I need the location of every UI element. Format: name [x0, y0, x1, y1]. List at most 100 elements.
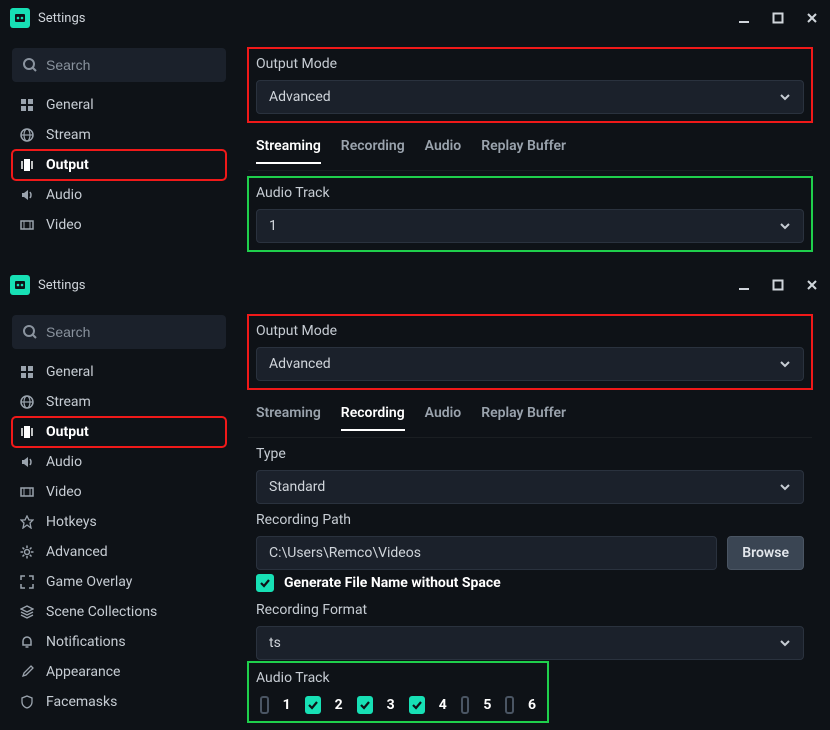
- type-select[interactable]: Standard: [256, 470, 804, 504]
- type-value: Standard: [269, 479, 325, 495]
- maximize-icon[interactable]: [770, 10, 786, 26]
- gen-filename-checkbox[interactable]: [256, 574, 274, 592]
- sidebar-item-label: Audio: [46, 454, 218, 470]
- recording-path-input[interactable]: C:\Users\Remco\Videos: [256, 536, 717, 570]
- sidebar-item-general[interactable]: General: [12, 90, 226, 120]
- audio-track-2-checkbox[interactable]: [305, 696, 321, 714]
- sidebar-item-label: Advanced: [46, 544, 218, 560]
- search-icon: [22, 57, 38, 73]
- sidebar-item-facemasks[interactable]: Facemasks: [12, 687, 226, 717]
- sidebar-item-notifications[interactable]: Notifications: [12, 627, 226, 657]
- titlebar: Settings: [0, 0, 830, 36]
- speaker-icon: [20, 188, 36, 202]
- audio-track-6-label: 6: [528, 697, 536, 713]
- output-mode-label: Output Mode: [256, 323, 804, 339]
- search-input[interactable]: [12, 315, 226, 349]
- recording-format-label: Recording Format: [256, 602, 804, 618]
- tab-audio[interactable]: Audio: [425, 405, 462, 431]
- audio-track-5-label: 5: [483, 697, 491, 713]
- output-tabs: Streaming Recording Audio Replay Buffer: [248, 130, 812, 171]
- search-input[interactable]: [12, 48, 226, 82]
- tab-audio[interactable]: Audio: [425, 138, 462, 164]
- audio-track-value: 1: [269, 218, 277, 234]
- window-streaming: Settings General Stream Output Audio Vid…: [0, 0, 830, 267]
- sidebar-item-hotkeys[interactable]: Hotkeys: [12, 507, 226, 537]
- maximize-icon[interactable]: [770, 277, 786, 293]
- chevron-down-icon: [779, 481, 791, 493]
- recording-path-label: Recording Path: [256, 512, 804, 528]
- sidebar-item-label: Stream: [46, 394, 218, 410]
- sidebar-item-label: Notifications: [46, 634, 218, 650]
- output-icon: [20, 425, 36, 439]
- brush-icon: [20, 665, 36, 679]
- sidebar-item-advanced[interactable]: Advanced: [12, 537, 226, 567]
- sidebar-item-label: Audio: [46, 187, 218, 203]
- gear-icon: [20, 545, 36, 559]
- output-mode-label: Output Mode: [256, 56, 804, 72]
- close-icon[interactable]: [804, 277, 820, 293]
- tab-streaming[interactable]: Streaming: [256, 138, 321, 164]
- globe-icon: [20, 128, 36, 142]
- sidebar-item-output[interactable]: Output: [12, 417, 226, 447]
- chevron-down-icon: [779, 220, 791, 232]
- sidebar-item-output[interactable]: Output: [12, 150, 226, 180]
- tab-recording[interactable]: Recording: [341, 138, 405, 164]
- audio-track-1-checkbox[interactable]: [260, 696, 269, 714]
- tab-replay-buffer[interactable]: Replay Buffer: [481, 405, 566, 431]
- main-panel: Output Mode Advanced Streaming Recording…: [238, 303, 830, 730]
- audio-track-select[interactable]: 1: [256, 209, 804, 243]
- sidebar-item-label: General: [46, 97, 218, 113]
- grid-icon: [20, 365, 36, 379]
- output-mode-select[interactable]: Advanced: [256, 80, 804, 114]
- shield-icon: [20, 695, 36, 709]
- sidebar-item-audio[interactable]: Audio: [12, 180, 226, 210]
- tab-replay-buffer[interactable]: Replay Buffer: [481, 138, 566, 164]
- sidebar-item-label: Facemasks: [46, 694, 218, 710]
- audio-track-3-checkbox[interactable]: [357, 696, 373, 714]
- recording-path-value: C:\Users\Remco\Videos: [269, 545, 421, 561]
- browse-button[interactable]: Browse: [727, 536, 804, 570]
- sidebar-item-appearance[interactable]: Appearance: [12, 657, 226, 687]
- sidebar-item-general[interactable]: General: [12, 357, 226, 387]
- grid-icon: [20, 98, 36, 112]
- sidebar-item-game-overlay[interactable]: Game Overlay: [12, 567, 226, 597]
- search-field[interactable]: [46, 324, 216, 340]
- gen-filename-label: Generate File Name without Space: [284, 575, 501, 591]
- recording-path-block: Recording Path C:\Users\Remco\Videos Bro…: [248, 504, 812, 570]
- app-icon: [10, 275, 30, 295]
- minimize-icon[interactable]: [736, 277, 752, 293]
- titlebar: Settings: [0, 267, 830, 303]
- sidebar-item-stream[interactable]: Stream: [12, 120, 226, 150]
- tab-recording[interactable]: Recording: [341, 405, 405, 431]
- audio-track-5-checkbox[interactable]: [461, 696, 470, 714]
- sidebar-item-audio[interactable]: Audio: [12, 447, 226, 477]
- audio-track-4-checkbox[interactable]: [409, 696, 425, 714]
- nav-list: General Stream Output Audio Video Hotkey…: [12, 357, 226, 717]
- close-icon[interactable]: [804, 10, 820, 26]
- search-icon: [22, 324, 38, 340]
- tab-streaming[interactable]: Streaming: [256, 405, 321, 431]
- minimize-icon[interactable]: [736, 10, 752, 26]
- chevron-down-icon: [779, 358, 791, 370]
- recording-format-value: ts: [269, 635, 281, 651]
- search-field[interactable]: [46, 57, 216, 73]
- sidebar: General Stream Output Audio Video: [0, 36, 238, 267]
- app-icon: [10, 8, 30, 28]
- star-icon: [20, 515, 36, 529]
- output-mode-value: Advanced: [269, 89, 331, 105]
- sidebar-item-video[interactable]: Video: [12, 210, 226, 240]
- output-mode-select[interactable]: Advanced: [256, 347, 804, 381]
- sidebar-item-label: Output: [46, 424, 218, 440]
- recording-format-select[interactable]: ts: [256, 626, 804, 660]
- audio-track-2-label: 2: [335, 697, 343, 713]
- type-label: Type: [256, 446, 804, 462]
- nav-list: General Stream Output Audio Video: [12, 90, 226, 240]
- audio-track-block: Audio Track 1: [248, 177, 812, 251]
- sidebar-item-stream[interactable]: Stream: [12, 387, 226, 417]
- sidebar-item-scene-collections[interactable]: Scene Collections: [12, 597, 226, 627]
- sidebar-item-video[interactable]: Video: [12, 477, 226, 507]
- film-icon: [20, 485, 36, 499]
- output-mode-block: Output Mode Advanced: [248, 48, 812, 122]
- audio-track-6-checkbox[interactable]: [505, 696, 514, 714]
- sidebar-item-label: Game Overlay: [46, 574, 218, 590]
